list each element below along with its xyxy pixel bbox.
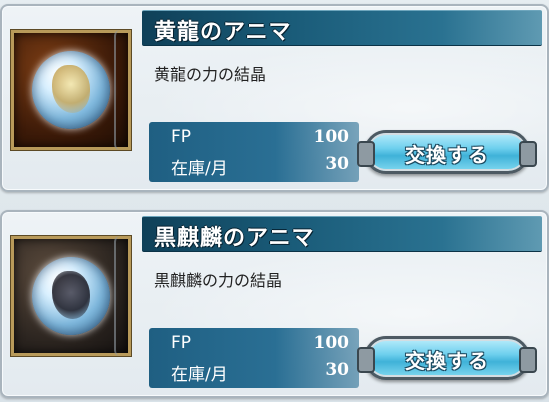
stock-label: 在庫/月 [171,159,228,179]
button-right-cap [519,141,537,167]
exchange-button[interactable]: 交換する [357,130,537,174]
frame-ornament [114,30,126,150]
exchange-button-label: 交換する [405,143,489,167]
item-title: 黄龍のアニマ [154,20,292,45]
fp-value: 100 [313,333,350,353]
fp-value: 100 [313,127,350,147]
kirin-silhouette [52,271,90,319]
item-title-bar: 黒麒麟のアニマ [142,216,542,252]
item-title-bar: 黄龍のアニマ [142,10,542,46]
shop-exchange-list: 黄龍のアニマ 黄龍の力の結晶 FP 100 在庫/月 30 交換する 黒麒麟のア… [0,0,549,402]
item-description: 黄龍の力の結晶 [154,65,267,84]
shop-item-card: 黄龍のアニマ 黄龍の力の結晶 FP 100 在庫/月 30 交換する [0,4,549,192]
item-icon-frame [10,235,132,357]
stock-value: 30 [325,154,349,174]
shop-item-card: 黒麒麟のアニマ 黒麒麟の力の結晶 FP 100 在庫/月 30 交換する [0,210,549,398]
exchange-button[interactable]: 交換する [357,336,537,380]
fp-label: FP [171,333,192,353]
frame-ornament [114,236,126,356]
black-kirin-anima-orb-icon [32,257,110,335]
item-stats-panel: FP 100 在庫/月 30 [149,328,359,388]
item-icon-frame [10,29,132,151]
stock-label: 在庫/月 [171,365,228,385]
dragon-silhouette [52,65,90,113]
yellow-dragon-anima-orb-icon [32,51,110,129]
button-right-cap [519,347,537,373]
item-title: 黒麒麟のアニマ [154,226,315,251]
fp-label: FP [171,127,192,147]
exchange-button-label: 交換する [405,349,489,373]
item-description: 黒麒麟の力の結晶 [154,271,283,290]
stock-value: 30 [325,360,349,380]
item-stats-panel: FP 100 在庫/月 30 [149,122,359,182]
